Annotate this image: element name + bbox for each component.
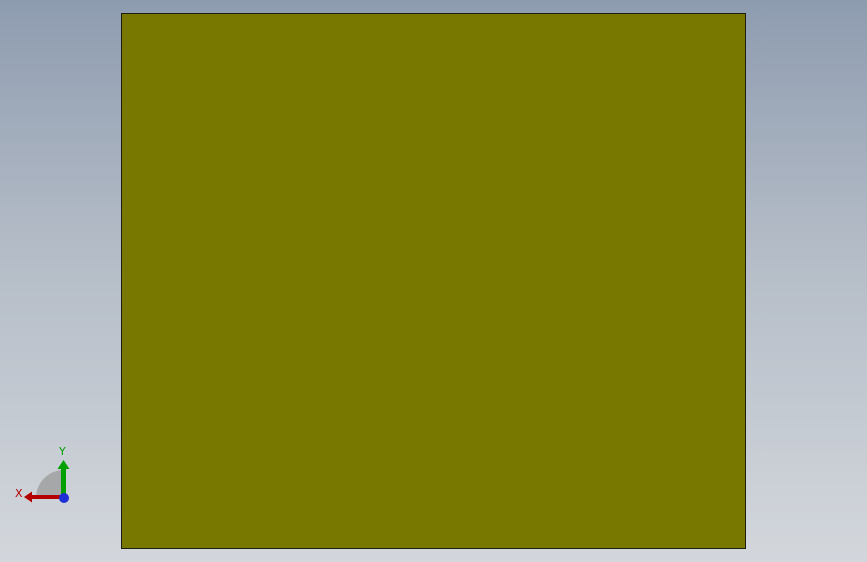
triad-x-arrowhead bbox=[24, 491, 32, 503]
triad-plane bbox=[36, 470, 64, 498]
model-face[interactable] bbox=[121, 13, 746, 549]
triad-z-origin bbox=[59, 493, 69, 503]
triad-y-label: Y bbox=[58, 445, 66, 458]
triad-graphic: Y X bbox=[15, 445, 70, 503]
triad-x-label: X bbox=[15, 487, 23, 500]
graphics-viewport[interactable]: Y X bbox=[0, 0, 867, 562]
reference-triad[interactable]: Y X bbox=[12, 440, 82, 510]
triad-y-arrowhead bbox=[57, 460, 70, 469]
